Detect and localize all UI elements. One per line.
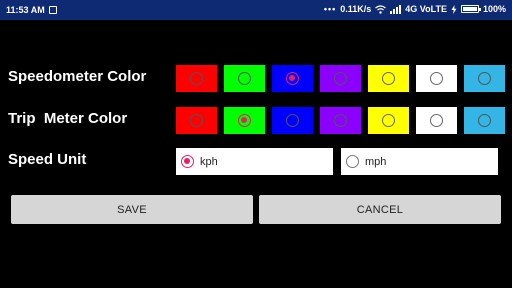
status-time: 11:53 AM [6,5,45,15]
speedometer-radio-red[interactable] [190,72,203,85]
trip-meter-radio-yellow[interactable] [382,114,395,127]
kph-label: kph [200,155,218,168]
unit-option-mph[interactable]: mph [341,148,498,175]
signal-icon [390,4,402,14]
more-dots-icon: ••• [323,4,337,14]
speedometer-swatch-sky-blue[interactable] [464,65,505,92]
speedometer-swatch-white[interactable] [416,65,457,92]
trip-meter-color-label: Trip Meter Color [8,110,128,127]
trip-meter-swatch-green[interactable] [224,107,265,134]
speed-unit-label: Speed Unit [8,151,87,168]
speedometer-radio-sky-blue[interactable] [478,72,491,85]
network-type: 4G VoLTE [405,4,447,14]
speedometer-swatch-red[interactable] [176,65,217,92]
trip-meter-radio-red[interactable] [190,114,203,127]
wifi-icon [375,4,387,14]
status-bar: 11:53 AM ••• 0.11K/s 4G VoLTE 100% [0,0,512,20]
net-speed: 0.11K/s [340,4,372,14]
trip-meter-swatch-purple[interactable] [320,107,361,134]
speedometer-swatch-yellow[interactable] [368,65,409,92]
trip-meter-radio-green[interactable] [238,114,251,127]
speedometer-radio-blue[interactable] [286,72,299,85]
trip-meter-radio-white[interactable] [430,114,443,127]
speedometer-swatch-green[interactable] [224,65,265,92]
status-left: 11:53 AM [6,5,57,15]
trip-meter-swatch-blue[interactable] [272,107,313,134]
speedometer-swatch-purple[interactable] [320,65,361,92]
trip-meter-swatch-red[interactable] [176,107,217,134]
battery-level: 100% [482,4,506,14]
trip-meter-swatch-sky-blue[interactable] [464,107,505,134]
trip-meter-swatch-white[interactable] [416,107,457,134]
charging-icon [451,4,457,14]
trip-meter-swatch-yellow[interactable] [368,107,409,134]
speedometer-radio-green[interactable] [238,72,251,85]
unit-option-kph[interactable]: kph [176,148,333,175]
battery-icon [460,5,481,13]
mph-label: mph [365,155,387,168]
save-button[interactable]: SAVE [11,195,253,224]
speedometer-radio-white[interactable] [430,72,443,85]
speedometer-color-label: Speedometer Color [8,68,147,85]
trip-meter-radio-purple[interactable] [334,114,347,127]
trip-meter-radio-sky-blue[interactable] [478,114,491,127]
mph-radio[interactable] [346,155,359,168]
kph-radio[interactable] [181,155,194,168]
speedometer-swatch-blue[interactable] [272,65,313,92]
speedometer-radio-purple[interactable] [334,72,347,85]
trip-meter-radio-blue[interactable] [286,114,299,127]
image-icon [48,6,57,14]
speedometer-radio-yellow[interactable] [382,72,395,85]
cancel-button[interactable]: CANCEL [259,195,501,224]
status-right: ••• 0.11K/s 4G VoLTE 100% [324,4,506,14]
